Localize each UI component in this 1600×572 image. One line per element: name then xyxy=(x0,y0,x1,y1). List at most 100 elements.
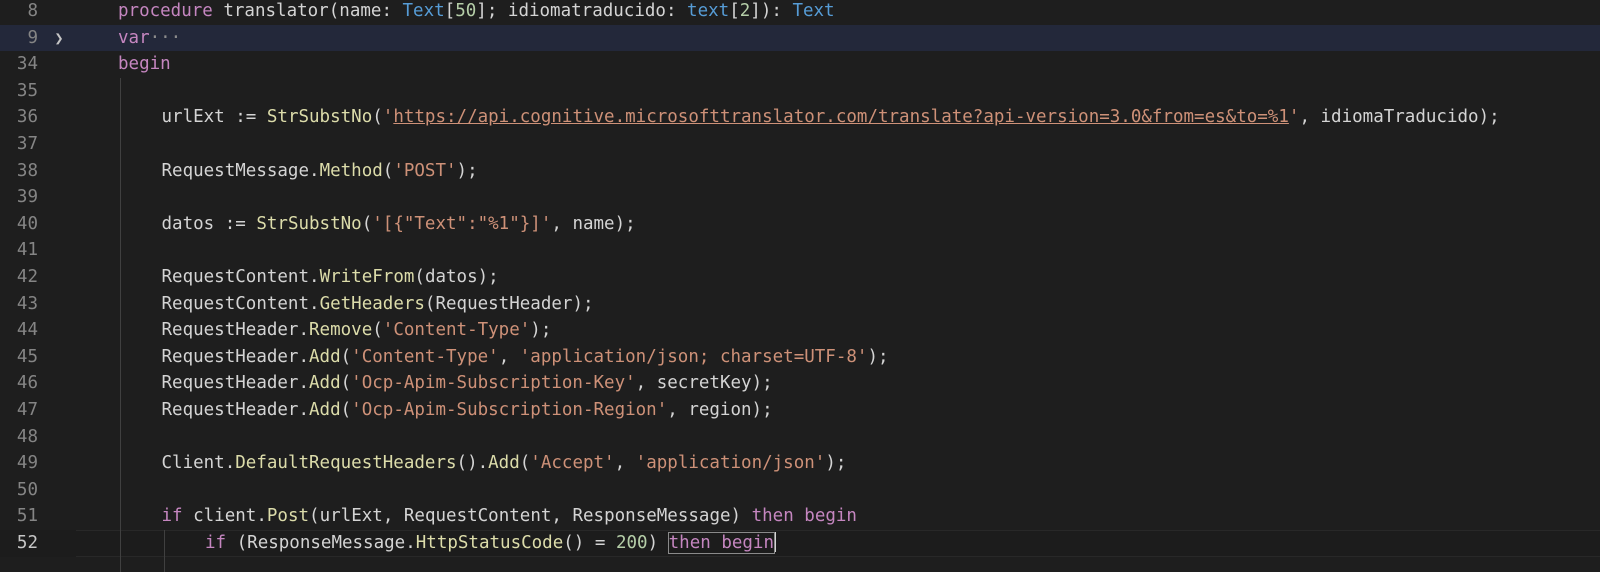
code-token: StrSubstNo xyxy=(256,213,362,234)
code-token: Client xyxy=(161,453,225,474)
code-line[interactable]: 52 if (ResponseMessage.HttpStatusCode() =… xyxy=(0,530,1600,557)
code-line[interactable]: 46 RequestHeader.Add('Ocp-Apim-Subscripti… xyxy=(0,370,1600,397)
code-token: ( xyxy=(372,107,383,128)
code-line[interactable]: 49 Client.DefaultRequestHeaders().Add('Ac… xyxy=(0,450,1600,477)
code-token: . xyxy=(298,373,310,394)
code-token: GetHeaders xyxy=(319,293,425,314)
code-text[interactable]: procedure translator(name: Text[50]; idi… xyxy=(118,0,835,25)
code-text[interactable]: if (ResponseMessage.HttpStatusCode() = 2… xyxy=(205,530,776,557)
folded-ellipsis[interactable]: ··· xyxy=(150,28,182,48)
code-line[interactable]: 51 if client.Post(urlExt, RequestContent,… xyxy=(0,503,1600,530)
code-token: ); xyxy=(530,320,552,341)
line-number: 41 xyxy=(16,240,38,261)
code-token: , xyxy=(1299,107,1321,128)
code-token: := xyxy=(214,213,257,234)
code-text[interactable]: datos := StrSubstNo('[{"Text":"%1"}]', n… xyxy=(162,211,636,238)
code-line[interactable]: 37 xyxy=(0,131,1600,158)
code-token: ( xyxy=(226,533,248,553)
code-text[interactable]: Client.DefaultRequestHeaders().Add('Acce… xyxy=(162,450,847,477)
code-token: . xyxy=(256,506,267,527)
code-token: datos xyxy=(424,267,478,287)
code-line[interactable]: 41 xyxy=(0,237,1600,264)
code-token: ( xyxy=(372,320,383,341)
code-token: := xyxy=(224,107,267,128)
code-token: . xyxy=(309,267,320,287)
line-number: 48 xyxy=(16,426,38,447)
code-line[interactable]: 35 xyxy=(0,78,1600,105)
code-line[interactable]: 42 RequestContent.WriteFrom(datos); xyxy=(0,264,1600,291)
code-token: 2 xyxy=(739,1,751,21)
code-text[interactable]: RequestHeader.Remove('Content-Type'); xyxy=(162,317,552,344)
code-token: ( xyxy=(340,400,352,420)
code-token: 'Ocp-Apim-Subscription-Key' xyxy=(351,373,636,394)
code-token: DefaultRequestHeaders xyxy=(235,453,457,474)
code-line[interactable]: 43 RequestContent.GetHeaders(RequestHeade… xyxy=(0,291,1600,318)
code-text[interactable]: RequestHeader.Add('Ocp-Apim-Subscription… xyxy=(162,370,773,397)
code-text[interactable]: if client.Post(urlExt, RequestContent, R… xyxy=(162,503,857,530)
code-line[interactable]: 44 RequestHeader.Remove('Content-Type'); xyxy=(0,317,1600,344)
code-line[interactable]: 9 ❯ var··· xyxy=(0,24,1600,52)
code-line[interactable]: 40 datos := StrSubstNo('[{"Text":"%1"}]',… xyxy=(0,211,1600,238)
code-token: 200 xyxy=(615,533,648,553)
code-token: Remove xyxy=(309,320,373,341)
code-token: ) xyxy=(647,533,669,553)
code-token: Add xyxy=(488,453,520,474)
code-line[interactable]: 34 begin xyxy=(0,51,1600,78)
line-number: 36 xyxy=(16,107,38,128)
code-text[interactable]: RequestHeader.Add('Content-Type', 'appli… xyxy=(162,344,889,371)
code-text[interactable]: RequestContent.GetHeaders(RequestHeader)… xyxy=(162,291,594,318)
code-token: if xyxy=(205,533,227,553)
code-line[interactable]: 38 RequestMessage.Method('POST'); xyxy=(0,158,1600,185)
code-token: ( xyxy=(361,213,373,234)
code-token: 'Content-Type' xyxy=(382,320,531,341)
code-token: , xyxy=(551,213,573,234)
code-text[interactable]: RequestContent.WriteFrom(datos); xyxy=(162,264,499,291)
code-token: var xyxy=(118,27,150,48)
code-token: , xyxy=(498,346,520,367)
code-line[interactable]: 50 xyxy=(0,477,1600,504)
code-text[interactable]: var··· xyxy=(118,25,181,52)
code-token: HttpStatusCode xyxy=(415,533,564,553)
code-token: client xyxy=(182,506,257,527)
code-token: begin xyxy=(118,54,171,75)
code-line[interactable]: 39 xyxy=(0,184,1600,211)
code-text[interactable]: RequestHeader.Add('Ocp-Apim-Subscription… xyxy=(162,397,773,424)
code-token: RequestContent xyxy=(161,267,310,287)
code-text[interactable]: begin xyxy=(118,51,171,78)
code-token: ); xyxy=(572,293,594,314)
code-token: region xyxy=(688,400,752,420)
code-token: () = xyxy=(563,533,616,553)
code-line[interactable]: 45 RequestHeader.Add('Content-Type', 'app… xyxy=(0,344,1600,371)
code-token: Add xyxy=(309,346,341,367)
code-token: ( xyxy=(340,346,352,367)
code-token: Add xyxy=(309,400,341,420)
code-token: ( xyxy=(519,453,531,474)
code-token: idiomaTraducido xyxy=(1320,107,1479,128)
code-token: Text xyxy=(402,1,445,21)
code-token: 'application/json; charset=UTF-8' xyxy=(519,346,868,367)
code-token: , xyxy=(382,506,404,527)
code-token: ( xyxy=(414,267,425,287)
line-number: 42 xyxy=(16,267,38,287)
code-line[interactable]: 48 xyxy=(0,424,1600,451)
code-text[interactable]: urlExt := StrSubstNo('https://api.cognit… xyxy=(162,104,1500,131)
code-line[interactable]: 47 RequestHeader.Add('Ocp-Apim-Subscripti… xyxy=(0,397,1600,424)
code-line[interactable]: 8 procedure translator(name: Text[50]; id… xyxy=(0,0,1600,25)
indent-guide xyxy=(163,530,165,572)
code-token: urlExt xyxy=(161,107,225,128)
code-token: . xyxy=(298,346,310,367)
code-token: ' xyxy=(382,107,394,128)
code-token: ( xyxy=(328,1,340,21)
line-number: 9 xyxy=(27,27,38,48)
code-line[interactable]: 36 urlExt := StrSubstNo('https://api.cogn… xyxy=(0,104,1600,131)
code-token: ); xyxy=(825,453,847,474)
code-token: ) xyxy=(730,506,752,527)
line-number: 50 xyxy=(16,479,38,500)
code-text[interactable]: RequestMessage.Method('POST'); xyxy=(162,158,478,185)
code-token: ResponseMessage xyxy=(247,533,406,553)
line-number: 49 xyxy=(16,453,38,474)
code-editor[interactable]: 8 procedure translator(name: Text[50]; id… xyxy=(0,0,1600,572)
fold-chevron-icon[interactable]: ❯ xyxy=(50,25,68,52)
code-token: urlExt xyxy=(319,506,383,527)
code-token: WriteFrom xyxy=(319,267,415,287)
